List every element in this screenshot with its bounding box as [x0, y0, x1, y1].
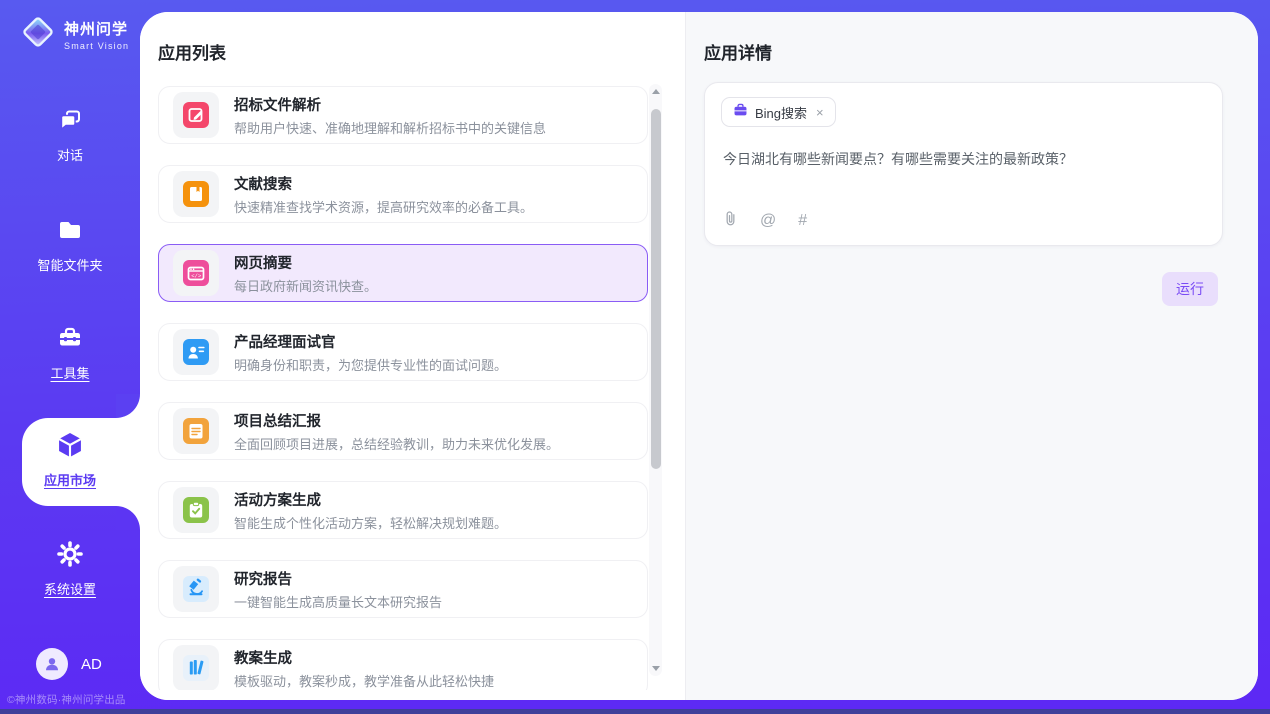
brand-logo: 神州问学 Smart Vision — [19, 13, 129, 56]
diamond-logo-icon — [19, 13, 57, 56]
app-card-bid-parsing[interactable]: 招标文件解析 帮助用户快速、准确地理解和解析招标书中的关键信息 — [158, 86, 648, 144]
app-card-pm-interviewer[interactable]: 产品经理面试官 明确身份和职责，为您提供专业性的面试问题。 — [158, 323, 648, 381]
scroll-down-icon[interactable] — [649, 662, 662, 675]
sidebar-item-toolset[interactable]: 工具集 — [0, 324, 140, 382]
prompt-card: Bing搜索 × 今日湖北有哪些新闻要点？有哪些需要关注的最新政策？ @ # — [704, 82, 1223, 246]
run-button[interactable]: 运行 — [1162, 272, 1218, 306]
sidebar-item-app-market[interactable]: 应用市场 — [0, 430, 140, 489]
brand-name: 神州问学 — [64, 18, 129, 39]
sidebar-item-label: 应用市场 — [0, 470, 140, 489]
books-icon — [173, 645, 219, 690]
app-card-event-plan[interactable]: 活动方案生成 智能生成个性化活动方案，轻松解决规划难题。 — [158, 481, 648, 539]
clipboard-check-icon — [173, 487, 219, 533]
app-list-title: 应用列表 — [158, 39, 226, 64]
folder-icon — [56, 231, 84, 248]
svg-text:</>: </> — [191, 273, 202, 280]
tool-tag-label: Bing搜索 — [755, 103, 807, 122]
app-name: 产品经理面试官 — [234, 331, 507, 352]
sidebar-item-settings[interactable]: 系统设置 — [0, 540, 140, 598]
close-icon[interactable]: × — [816, 105, 824, 120]
interviewer-icon — [173, 329, 219, 375]
app-description: 明确身份和职责，为您提供专业性的面试问题。 — [234, 355, 507, 374]
prompt-text[interactable]: 今日湖北有哪些新闻要点？有哪些需要关注的最新政策？ — [723, 149, 1204, 170]
copyright-footer: ©神州数码·神州问学出品 — [7, 692, 140, 707]
sidebar-item-label: 智能文件夹 — [0, 255, 140, 274]
brand-subtitle: Smart Vision — [64, 41, 129, 51]
app-description: 帮助用户快速、准确地理解和解析招标书中的关键信息 — [234, 118, 546, 137]
app-description: 一键智能生成高质量长文本研究报告 — [234, 592, 442, 611]
attachment-icon[interactable] — [723, 210, 738, 232]
app-description: 模板驱动，教案秒成，教学准备从此轻松快捷 — [234, 671, 494, 690]
app-name: 项目总结汇报 — [234, 410, 559, 431]
app-card-web-summary[interactable]: </> 网页摘要 每日政府新闻资讯快查。 — [158, 244, 648, 302]
gear-icon — [56, 555, 84, 572]
user-account[interactable]: AD — [36, 648, 102, 680]
tool-tag-bing-search[interactable]: Bing搜索 × — [721, 97, 836, 127]
bubble-notch-top — [116, 394, 140, 418]
bubble-notch-bottom — [116, 506, 140, 530]
scroll-up-icon[interactable] — [649, 85, 662, 98]
cube-icon — [55, 447, 85, 464]
app-card-project-summary[interactable]: 项目总结汇报 全面回顾项目进展，总结经验教训，助力未来优化发展。 — [158, 402, 648, 460]
briefcase-icon — [733, 103, 748, 122]
doc-edit-icon — [173, 92, 219, 138]
app-detail-title: 应用详情 — [704, 39, 772, 64]
list-scrollbar[interactable] — [649, 84, 662, 676]
sidebar-item-chat[interactable]: 对话 — [0, 106, 140, 164]
app-description: 全面回顾项目进展，总结经验教训，助力未来优化发展。 — [234, 434, 559, 453]
user-initials: AD — [81, 656, 102, 673]
app-name: 研究报告 — [234, 568, 442, 589]
book-icon — [173, 171, 219, 217]
notepad-icon — [173, 408, 219, 454]
app-card-research-report[interactable]: 研究报告 一键智能生成高质量长文本研究报告 — [158, 560, 648, 618]
microscope-icon — [173, 566, 219, 612]
app-name: 活动方案生成 — [234, 489, 507, 510]
app-detail-panel: 应用详情 Bing搜索 × 今日湖北有哪些新闻要点？有哪些需要关注的最新政策？ — [685, 12, 1258, 700]
sidebar: 神州问学 Smart Vision 对话 智能文件夹 — [0, 0, 140, 714]
app-card-lesson-plan[interactable]: 教案生成 模板驱动，教案秒成，教学准备从此轻松快捷 — [158, 639, 648, 690]
app-name: 网页摘要 — [234, 252, 377, 273]
chat-icon — [56, 121, 84, 138]
sidebar-item-smart-folder[interactable]: 智能文件夹 — [0, 216, 140, 274]
toolbox-icon — [56, 339, 84, 356]
app-name: 文献搜索 — [234, 173, 533, 194]
app-name: 教案生成 — [234, 647, 494, 668]
prompt-toolbar: @ # — [723, 210, 807, 232]
sidebar-item-label: 工具集 — [0, 363, 140, 382]
app-card-literature-search[interactable]: 文献搜索 快速精准查找学术资源，提高研究效率的必备工具。 — [158, 165, 648, 223]
mention-icon[interactable]: @ — [760, 213, 776, 229]
sidebar-item-label: 系统设置 — [0, 579, 140, 598]
window-bottom-edge — [0, 709, 1270, 714]
sidebar-item-label: 对话 — [0, 145, 140, 164]
app-description: 每日政府新闻资讯快查。 — [234, 276, 377, 295]
app-description: 智能生成个性化活动方案，轻松解决规划难题。 — [234, 513, 507, 532]
scrollbar-thumb[interactable] — [651, 109, 661, 469]
avatar — [36, 648, 68, 680]
browser-code-icon: </> — [173, 250, 219, 296]
app-name: 招标文件解析 — [234, 94, 546, 115]
app-list-panel: 应用列表 招标文件解析 帮助用户快速、准确地理解和解析招标书中的关键信息 — [140, 12, 685, 700]
app-card-list: 招标文件解析 帮助用户快速、准确地理解和解析招标书中的关键信息 文献搜索 快速精… — [158, 86, 648, 690]
hash-icon[interactable]: # — [798, 213, 807, 229]
app-description: 快速精准查找学术资源，提高研究效率的必备工具。 — [234, 197, 533, 216]
main-content: 应用列表 招标文件解析 帮助用户快速、准确地理解和解析招标书中的关键信息 — [140, 12, 1258, 700]
